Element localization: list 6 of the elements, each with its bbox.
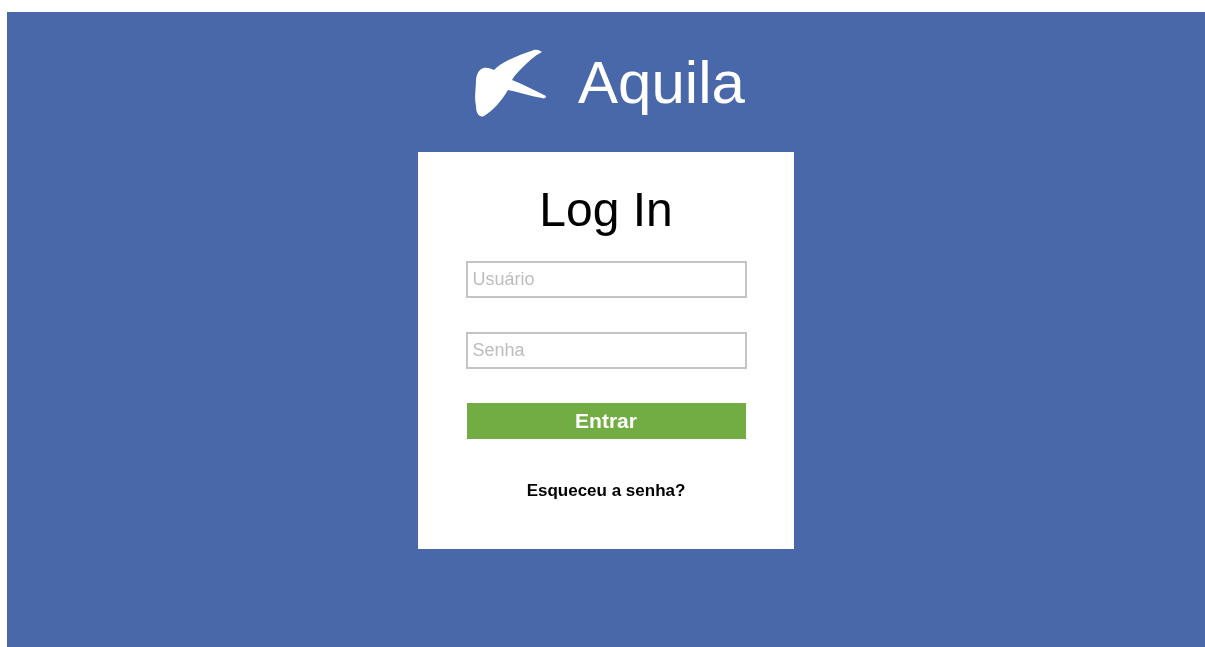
app-name: Aquila — [578, 53, 745, 113]
login-title: Log In — [539, 184, 673, 236]
input-field[interactable]: Senha — [465, 332, 747, 369]
input-field[interactable]: Usuário — [465, 261, 747, 298]
forgot-password-link[interactable]: Esqueceu a senha? — [526, 481, 686, 501]
bird-logo-icon — [472, 48, 549, 118]
